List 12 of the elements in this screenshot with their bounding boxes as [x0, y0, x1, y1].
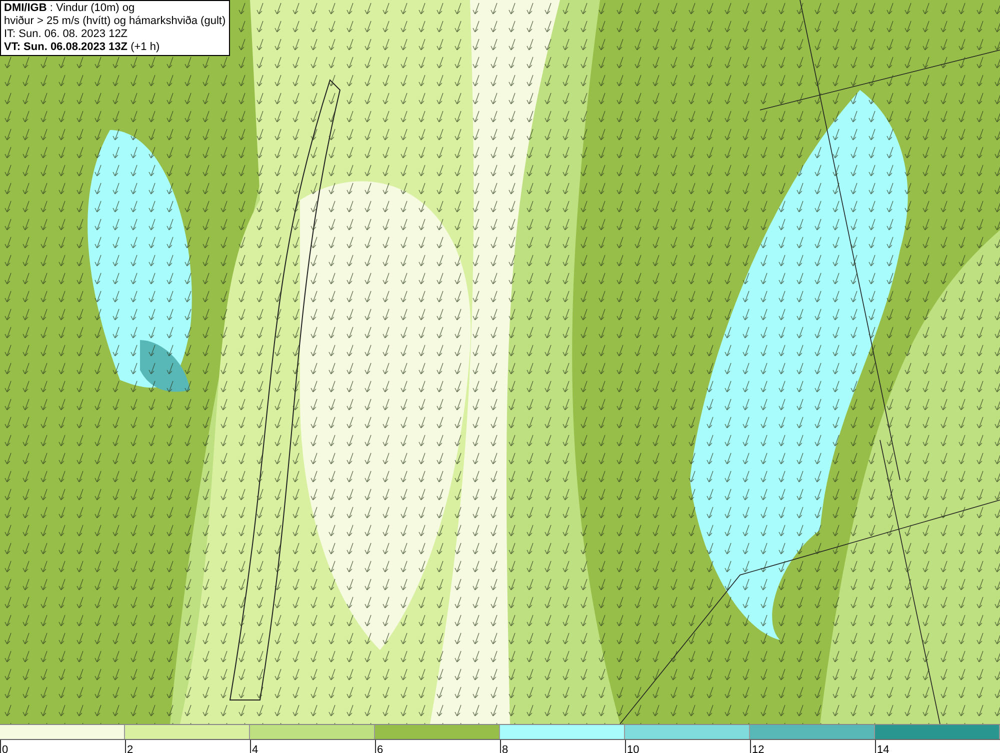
legend-label: 8 — [501, 744, 508, 753]
legend-label: 6 — [376, 744, 384, 753]
info-text: IT: Sun. 06. 08. 2023 12Z — [4, 28, 129, 41]
legend-label: 12 — [751, 744, 764, 753]
legend-label: 10 — [626, 744, 640, 753]
legend-label: 0 — [1, 744, 8, 753]
legend-label: 4 — [251, 744, 258, 753]
info-text: VT: Sun. 06.08.2023 13Z (+1 h) — [4, 41, 161, 54]
info-text: DMI/IGB : Vindur (10m) og — [4, 2, 136, 15]
info-text: hviður > 25 m/s (hvítt) og hámarkshviða (gult) — [4, 15, 226, 28]
legend-label: 14 — [876, 744, 890, 753]
legend-label: 2 — [126, 744, 134, 753]
